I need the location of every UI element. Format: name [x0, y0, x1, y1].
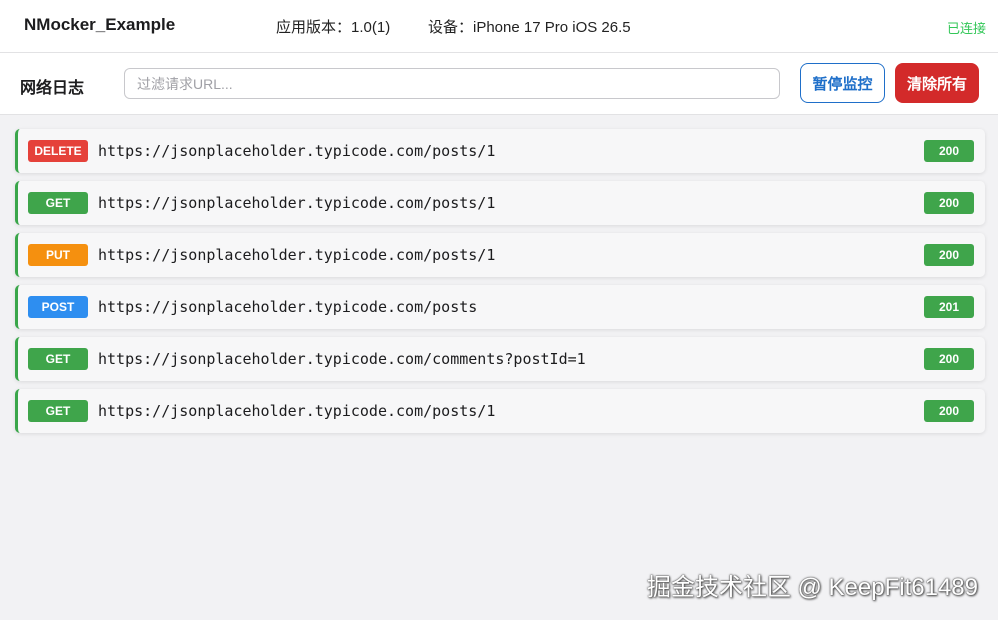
method-badge: POST: [28, 296, 88, 318]
connection-status: 已连接: [946, 21, 986, 36]
method-badge: PUT: [28, 244, 88, 266]
status-code-badge: 200: [924, 244, 974, 266]
pause-monitor-button[interactable]: 暂停监控: [800, 63, 885, 103]
app-version: 应用版本：1.0(1): [276, 19, 391, 36]
url-filter-input[interactable]: [124, 68, 780, 99]
app-header: NMocker_Example 应用版本：1.0(1) 设备：iPhone 17…: [0, 0, 998, 53]
request-row[interactable]: PUT https://jsonplaceholder.typicode.com…: [15, 233, 985, 277]
watermark: 掘金技术社区 @ KeepFit61489: [646, 574, 978, 601]
request-list: DELETE https://jsonplaceholder.typicode.…: [15, 129, 985, 441]
toolbar: 网络日志 暂停监控 清除所有: [0, 53, 998, 115]
status-code-badge: 200: [924, 140, 974, 162]
method-badge: DELETE: [28, 140, 88, 162]
request-url: https://jsonplaceholder.typicode.com/com…: [98, 350, 586, 368]
section-title: 网络日志: [20, 80, 85, 97]
method-badge: GET: [28, 400, 88, 422]
request-url: https://jsonplaceholder.typicode.com/pos…: [98, 194, 496, 212]
request-row[interactable]: POST https://jsonplaceholder.typicode.co…: [15, 285, 985, 329]
method-badge: GET: [28, 348, 88, 370]
request-url: https://jsonplaceholder.typicode.com/pos…: [98, 142, 496, 160]
clear-all-button[interactable]: 清除所有: [895, 63, 979, 103]
status-code-badge: 200: [924, 348, 974, 370]
status-code-badge: 200: [924, 192, 974, 214]
status-code-badge: 200: [924, 400, 974, 422]
request-url: https://jsonplaceholder.typicode.com/pos…: [98, 246, 496, 264]
request-url: https://jsonplaceholder.typicode.com/pos…: [98, 298, 478, 316]
status-code-badge: 201: [924, 296, 974, 318]
app-title: NMocker_Example: [24, 15, 176, 34]
request-row[interactable]: GET https://jsonplaceholder.typicode.com…: [15, 181, 985, 225]
request-row[interactable]: DELETE https://jsonplaceholder.typicode.…: [15, 129, 985, 173]
request-url: https://jsonplaceholder.typicode.com/pos…: [98, 402, 496, 420]
request-row[interactable]: GET https://jsonplaceholder.typicode.com…: [15, 389, 985, 433]
request-row[interactable]: GET https://jsonplaceholder.typicode.com…: [15, 337, 985, 381]
method-badge: GET: [28, 192, 88, 214]
device-info: 设备：iPhone 17 Pro iOS 26.5: [428, 19, 631, 36]
